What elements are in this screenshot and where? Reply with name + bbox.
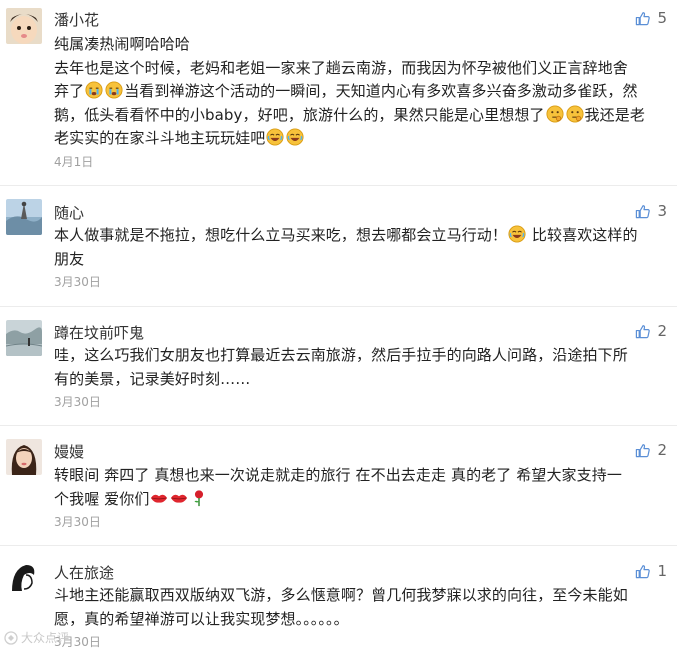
comment-line: 愿，真的希望禅游可以让我实现梦想。。。。。。 xyxy=(54,609,349,628)
thumbs-up-icon xyxy=(636,204,651,218)
comment-text: 本人做事就是不拖拉，想吃什么立马买来吃，想去哪都会立马行动！ 比较喜欢这样的 朋… xyxy=(54,224,669,271)
thumbs-up-icon xyxy=(636,564,651,578)
watermark-text: 大众点评 xyxy=(21,631,70,645)
like-count: 1 xyxy=(657,562,667,580)
like-count: 2 xyxy=(657,441,667,459)
watermark-logo-icon xyxy=(4,630,18,645)
comment-text-segment: 当看到禅游这个活动的一瞬间，天知道内心有多欢喜多兴奋多激动多雀跃，然 xyxy=(124,82,638,100)
comment-text: 哇，这么巧我们女朋友也打算最近去云南旅游，然后手拉手的向路人问路，沿途拍下所 有… xyxy=(54,344,669,391)
comment-line: 转眼间 奔四了 真想也来一次说走就走的旅行 在不出去走走 真的老了 希望大家支持… xyxy=(54,466,622,484)
comment-date: 3月30日 xyxy=(54,275,101,289)
comment-text: 纯属凑热闹啊哈哈哈 去年也是这个时候，老妈和老姐一家来了趟云南游，而我因为怀孕被… xyxy=(54,33,669,151)
avatar[interactable] xyxy=(6,8,42,44)
like-count: 2 xyxy=(657,322,667,340)
comment-line: 本人做事就是不拖拉，想吃什么立马买来吃，想去哪都会立马行动！ 比较喜欢这样的 xyxy=(54,224,669,248)
crying-emoji-icon xyxy=(85,81,103,99)
watermark: 大众点评 xyxy=(4,629,69,646)
thumbs-up-icon xyxy=(636,11,651,25)
like-button[interactable]: 3 xyxy=(635,202,667,220)
like-button[interactable]: 1 xyxy=(635,562,667,580)
like-count: 3 xyxy=(657,202,667,220)
crying-emoji-icon xyxy=(105,81,123,99)
avatar[interactable] xyxy=(6,439,42,475)
comment-line: 朋友 xyxy=(54,249,85,268)
comment-line: 弃了 当看到禅游这个活动的一瞬间，天知道内心有多欢喜多兴奋多激动多雀跃，然 xyxy=(54,80,669,104)
comment-date: 3月30日 xyxy=(54,515,101,529)
divider xyxy=(0,306,677,307)
lips-emoji-icon xyxy=(151,494,168,503)
user-name[interactable]: 嫚嫚 xyxy=(54,441,84,462)
comment-line: 哇，这么巧我们女朋友也打算最近去云南旅游，然后手拉手的向路人问路，沿途拍下所 xyxy=(54,346,628,364)
comment-text-segment: 我还是老 xyxy=(584,105,645,124)
user-name[interactable]: 人在旅途 xyxy=(54,562,114,583)
user-name[interactable]: 蹲在坟前吓鬼 xyxy=(54,322,144,343)
comment-text-segment: 本人做事就是不拖拉，想吃什么立马买来吃，想去哪都会立马行动！ xyxy=(54,226,508,244)
comment-text: 转眼间 奔四了 真想也来一次说走就走的旅行 在不出去走走 真的老了 希望大家支持… xyxy=(54,464,669,511)
comment-date: 3月30日 xyxy=(54,395,101,409)
comment-line: 鹅，低头看看怀中的小baby，好吧，旅游什么的，果然只能是心里想想了 我还是老 xyxy=(54,104,669,128)
laughing-emoji-icon xyxy=(266,128,284,146)
comment-text-segment: 老实实的在家斗斗地主玩玩娃吧 xyxy=(54,129,266,147)
like-button[interactable]: 2 xyxy=(635,441,667,459)
divider xyxy=(0,185,677,186)
laughing-emoji-icon xyxy=(508,225,526,243)
like-count: 5 xyxy=(657,9,667,27)
comment-line: 老实实的在家斗斗地主玩玩娃吧 xyxy=(54,127,669,151)
user-name[interactable]: 随心 xyxy=(54,202,84,223)
avatar[interactable] xyxy=(6,559,42,595)
comment-text-segment: 鹅，低头看看怀中的小baby，好吧，旅游什么的，果然只能是心里想想了 xyxy=(54,105,545,124)
lips-emoji-icon xyxy=(171,494,188,503)
comment-line: 纯属凑热闹啊哈哈哈 xyxy=(54,35,190,53)
divider xyxy=(0,545,677,546)
avatar[interactable] xyxy=(6,320,42,356)
comment-text-segment: 弃了 xyxy=(54,82,85,100)
comment-text-segment: 个我喔 爱你们 xyxy=(54,489,150,508)
avatar[interactable] xyxy=(6,199,42,235)
thinking-emoji-icon xyxy=(545,104,564,123)
divider xyxy=(0,425,677,426)
laughing-emoji-icon xyxy=(286,128,304,146)
comment-text-segment: 比较喜欢这样的 xyxy=(531,226,638,244)
thinking-emoji-icon xyxy=(565,104,584,123)
thumbs-up-icon xyxy=(636,443,651,457)
comment-line: 去年也是这个时候，老妈和老姐一家来了趟云南游，而我因为怀孕被他们义正言辞地舍 xyxy=(54,58,628,77)
comment-line: 有的美景，记录美好时刻…… xyxy=(54,369,251,388)
comment-line: 斗地主还能赢取西双版纳双飞游，多么惬意啊？曾几何我梦寐以求的向往，至今未能如 xyxy=(54,586,628,604)
rose-emoji-icon xyxy=(194,489,204,506)
user-name[interactable]: 潘小花 xyxy=(54,9,99,30)
comment-date: 4月1日 xyxy=(54,155,94,169)
comment-text: 斗地主还能赢取西双版纳双飞游，多么惬意啊？曾几何我梦寐以求的向往，至今未能如 愿… xyxy=(54,584,669,631)
like-button[interactable]: 5 xyxy=(635,9,667,27)
like-button[interactable]: 2 xyxy=(635,322,667,340)
comment-line: 个我喔 爱你们 xyxy=(54,488,669,512)
thumbs-up-icon xyxy=(636,324,651,338)
